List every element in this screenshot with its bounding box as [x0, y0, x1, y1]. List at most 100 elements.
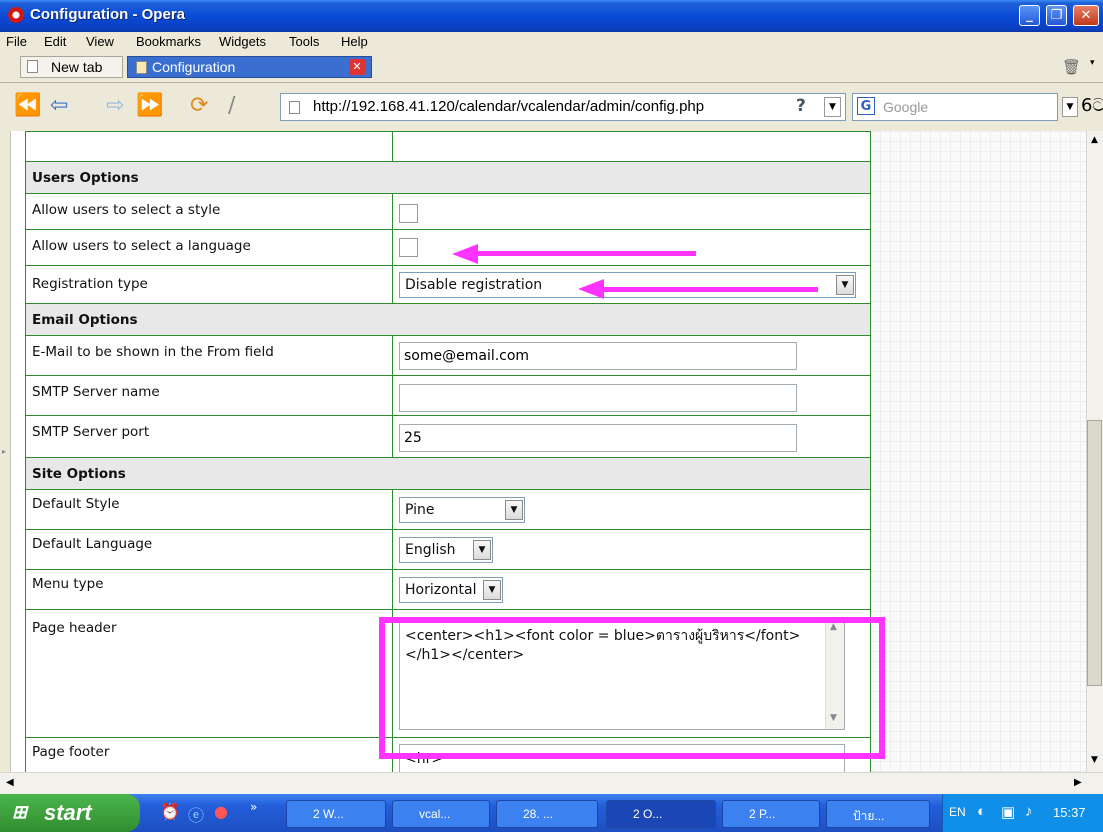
start-button[interactable]: ⊞ start — [0, 794, 140, 832]
opera-logo-icon — [8, 7, 24, 23]
navigation-toolbar: ⏪ ⇦ ⇨ ⏩ ⟳ ∕ http://192.168.41.120/calend… — [0, 83, 1103, 132]
default-style-select[interactable]: Pine ▼ — [399, 497, 525, 523]
quicklaunch-alarm-icon[interactable]: ⏰ — [160, 802, 180, 821]
close-button[interactable]: ✕ — [1073, 5, 1099, 26]
annotation-arrow-line — [470, 251, 696, 256]
fast-forward-icon[interactable]: ⏩ — [136, 93, 163, 119]
annotation-highlight-box — [379, 617, 885, 759]
network-icon[interactable]: ▣ — [1001, 803, 1015, 821]
allow-style-checkbox[interactable] — [399, 204, 418, 223]
maximize-button[interactable]: ❐ — [1046, 5, 1067, 26]
tab-configuration[interactable]: Configuration ✕ — [127, 56, 372, 78]
default-language-select[interactable]: English ▼ — [399, 537, 493, 563]
section-email: Email Options — [25, 303, 871, 336]
label-default-style: Default Style — [25, 489, 393, 530]
address-bar[interactable]: http://192.168.41.120/calendar/vcalendar… — [280, 93, 846, 121]
quicklaunch-more-icon[interactable]: » — [250, 800, 257, 814]
annotation-arrow-head — [578, 279, 604, 299]
quicklaunch-opera-icon[interactable]: ● — [214, 802, 228, 821]
start-label: start — [44, 800, 92, 825]
tray-icon[interactable]: ◐ — [977, 803, 986, 820]
chevron-down-icon: ▼ — [836, 275, 854, 295]
windows-logo-icon: ⊞ — [12, 802, 28, 822]
default-style-value: Pine — [405, 502, 435, 518]
label-registration-type: Registration type — [25, 265, 393, 304]
menu-widgets[interactable]: Widgets — [219, 34, 266, 49]
scroll-up-icon[interactable]: ▲ — [1091, 135, 1098, 145]
new-page-icon — [27, 60, 38, 73]
page-icon — [136, 61, 147, 74]
rewind-icon[interactable]: ⏪ — [14, 93, 41, 119]
taskbar-item[interactable]: 2 O... — [606, 800, 716, 828]
scrollbar-thumb[interactable] — [1087, 420, 1102, 686]
taskbar-item[interactable]: 2 W... — [286, 800, 386, 828]
annotation-arrow-head — [452, 244, 478, 264]
annotation-arrow-line — [596, 287, 818, 292]
search-dropdown-icon[interactable]: ▼ — [1062, 97, 1078, 117]
edit-icon[interactable]: ∕ — [228, 93, 235, 119]
menu-type-select[interactable]: Horizontal ▼ — [399, 577, 503, 603]
language-indicator[interactable]: EN — [949, 805, 966, 819]
scroll-right-icon[interactable]: ▶ — [1074, 777, 1082, 788]
tab-bar: New tab Configuration ✕ 🗑 ▾ — [0, 52, 1103, 83]
label-menu-type: Menu type — [25, 569, 393, 610]
section-site: Site Options — [25, 457, 871, 490]
label-default-language: Default Language — [25, 529, 393, 570]
menu-edit[interactable]: Edit — [44, 34, 66, 49]
search-box[interactable]: G Google — [852, 93, 1058, 121]
scroll-down-icon[interactable]: ▼ — [1091, 755, 1098, 765]
taskbar-item[interactable]: ป้าย... — [826, 800, 930, 828]
address-dropdown-icon[interactable]: ▼ — [824, 97, 841, 117]
default-language-value: English — [405, 542, 456, 558]
label-allow-language: Allow users to select a language — [25, 229, 393, 266]
system-tray: EN ◐ ▣ ♪ 15:37 — [942, 794, 1103, 832]
chevron-down-icon: ▼ — [473, 540, 491, 560]
address-url: http://192.168.41.120/calendar/vcalendar… — [313, 98, 705, 115]
smtp-port-field[interactable]: 25 — [399, 424, 797, 452]
trash-icon[interactable]: 🗑 — [1062, 58, 1081, 76]
tab-label: Configuration — [152, 59, 236, 75]
tab-new[interactable]: New tab — [20, 56, 123, 78]
reload-icon[interactable]: ⟳ — [190, 93, 208, 119]
volume-icon[interactable]: ♪ — [1025, 803, 1033, 820]
tab-close-icon[interactable]: ✕ — [349, 59, 365, 75]
taskbar-item[interactable]: 28. ... — [496, 800, 598, 828]
window-title: Configuration - Opera — [30, 6, 185, 23]
menu-tools[interactable]: Tools — [289, 34, 319, 49]
menu-help[interactable]: Help — [341, 34, 368, 49]
tab-label: New tab — [51, 59, 103, 75]
menu-view[interactable]: View — [86, 34, 114, 49]
help-icon[interactable]: ? — [796, 96, 806, 116]
clock: 15:37 — [1053, 805, 1086, 820]
quicklaunch-ie-icon[interactable]: ⓔ — [188, 802, 204, 826]
taskbar-item[interactable]: 2 P... — [722, 800, 820, 828]
scroll-left-icon[interactable]: ◀ — [6, 777, 14, 788]
registration-type-select[interactable]: Disable registration ▼ — [399, 272, 856, 298]
forward-icon[interactable]: ⇨ — [106, 93, 124, 119]
panel-arrow-icon[interactable]: ▸ — [2, 447, 6, 456]
section-users: Users Options — [25, 161, 871, 194]
page-icon — [289, 101, 300, 114]
google-icon: G — [857, 97, 875, 115]
smtp-name-field[interactable] — [399, 384, 797, 412]
title-bar: Configuration - Opera _ ❐ ✕ — [0, 0, 1103, 32]
chevron-down-icon: ▼ — [505, 500, 523, 520]
horizontal-scrollbar[interactable]: ◀ ▶ — [0, 772, 1103, 795]
label-allow-style: Allow users to select a style — [25, 193, 393, 230]
label-smtp-name: SMTP Server name — [25, 375, 393, 416]
menu-bar: File Edit View Bookmarks Widgets Tools H… — [0, 32, 1103, 52]
menu-file[interactable]: File — [6, 34, 27, 49]
chevron-down-icon[interactable]: ▾ — [1090, 58, 1095, 68]
registration-type-value: Disable registration — [405, 277, 543, 293]
menu-type-value: Horizontal — [405, 582, 477, 598]
search-placeholder: Google — [883, 99, 929, 115]
from-email-field[interactable]: some@email.com — [399, 342, 797, 370]
back-icon[interactable]: ⇦ — [50, 93, 68, 119]
minimize-button[interactable]: _ — [1019, 5, 1040, 26]
taskbar-item[interactable]: vcal... — [392, 800, 490, 828]
allow-language-checkbox[interactable] — [399, 238, 418, 257]
menu-bookmarks[interactable]: Bookmarks — [136, 34, 201, 49]
glasses-icon[interactable]: 6ට — [1081, 95, 1103, 116]
chevron-down-icon: ▼ — [483, 580, 501, 600]
label-from-email: E-Mail to be shown in the From field — [25, 335, 393, 376]
